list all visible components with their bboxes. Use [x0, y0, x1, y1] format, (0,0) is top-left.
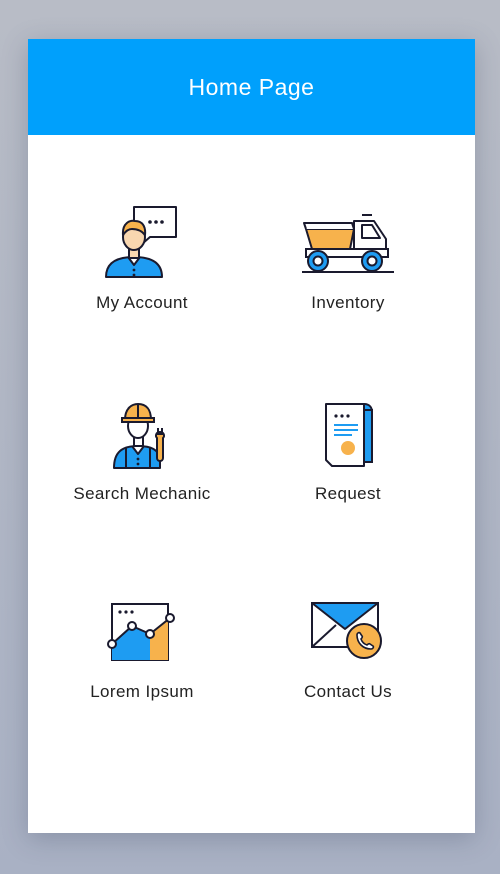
- app-screen: Home Page My Account Inventory Search Me…: [28, 39, 475, 833]
- user-chat-icon: [87, 201, 197, 285]
- dump-truck-icon: [293, 201, 403, 285]
- tile-request[interactable]: Request: [248, 392, 448, 532]
- menu-grid: My Account Inventory Search Mechanic Req…: [28, 135, 475, 833]
- tile-label: Request: [314, 484, 382, 503]
- area-chart-icon: [87, 590, 197, 674]
- tile-label: Search Mechanic: [73, 484, 211, 503]
- tile-search-mechanic[interactable]: Search Mechanic: [42, 392, 242, 532]
- tile-label: Contact Us: [303, 682, 393, 701]
- tile-inventory[interactable]: Inventory: [248, 201, 448, 341]
- tile-label: Inventory: [311, 293, 385, 312]
- tile-label: Lorem Ipsum: [90, 682, 194, 701]
- tile-contact-us[interactable]: Contact Us: [248, 590, 448, 730]
- tile-label: My Account: [96, 293, 188, 312]
- tile-lorem-ipsum[interactable]: Lorem Ipsum: [42, 590, 242, 730]
- app-header: Home Page: [28, 39, 475, 135]
- page-title: Home Page: [188, 73, 315, 100]
- request-document-icon: [293, 392, 403, 476]
- mechanic-icon: [87, 392, 197, 476]
- tile-my-account[interactable]: My Account: [42, 201, 242, 341]
- mail-phone-icon: [293, 590, 403, 674]
